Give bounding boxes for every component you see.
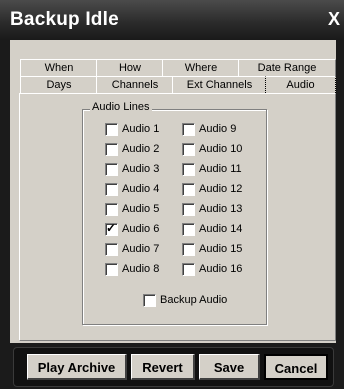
checkbox-box[interactable] [182, 243, 195, 256]
checkbox-box[interactable] [105, 143, 118, 156]
cancel-button[interactable]: Cancel [264, 354, 328, 380]
tab-date-range[interactable]: Date Range [238, 59, 336, 76]
backup-audio-label: Backup Audio [160, 294, 228, 306]
tab-channels[interactable]: Channels [96, 76, 174, 93]
audio-7-label: Audio 7 [122, 243, 160, 255]
audio-8-label: Audio 8 [122, 263, 160, 275]
audio-12-label: Audio 12 [199, 183, 243, 195]
tab-where[interactable]: Where [162, 59, 240, 76]
checkbox-box[interactable] [105, 243, 118, 256]
audio-10-label: Audio 10 [199, 143, 243, 155]
close-button[interactable]: X [328, 9, 340, 30]
checkbox-box[interactable] [182, 163, 195, 176]
audio-11-label: Audio 11 [199, 163, 242, 175]
checkbox-box[interactable] [182, 223, 195, 236]
backup-window: Backup Idle X When How Where Date Range … [0, 0, 344, 389]
audio-9-label: Audio 9 [199, 123, 237, 135]
audio-3-label: Audio 3 [122, 163, 160, 175]
checkbox-box[interactable] [182, 183, 195, 196]
audio-1-label: Audio 1 [122, 123, 160, 135]
window-title: Backup Idle [10, 9, 119, 30]
checkbox-box[interactable] [143, 294, 156, 307]
tab-days[interactable]: Days [20, 76, 98, 93]
checkbox-box[interactable] [105, 263, 118, 276]
tab-ext-channels[interactable]: Ext Channels [172, 76, 267, 93]
audio-2-label: Audio 2 [122, 143, 160, 155]
checkbox-box[interactable] [182, 203, 195, 216]
save-button[interactable]: Save [199, 354, 260, 380]
check-mark-icon: ✓ [106, 221, 117, 235]
tab-when[interactable]: When [20, 59, 98, 76]
checkbox-box[interactable] [105, 203, 118, 216]
audio-5-label: Audio 5 [122, 203, 160, 215]
audio-16-label: Audio 16 [199, 263, 243, 275]
checkbox-box[interactable] [105, 163, 118, 176]
audio-15-label: Audio 15 [199, 243, 243, 255]
tab-how[interactable]: How [96, 59, 164, 76]
tab-strip: When How Where Date Range Days Channels … [20, 58, 336, 94]
checkbox-box[interactable] [182, 263, 195, 276]
title-bar[interactable]: Backup Idle X [0, 0, 344, 40]
tab-audio[interactable]: Audio [265, 76, 336, 93]
checkbox-box[interactable] [105, 123, 118, 136]
audio-4-label: Audio 4 [122, 183, 160, 195]
play-archive-button[interactable]: Play Archive [27, 354, 127, 380]
audio-14-label: Audio 14 [199, 223, 243, 235]
revert-button[interactable]: Revert [131, 354, 195, 380]
audio-13-label: Audio 13 [199, 203, 243, 215]
checkbox-box[interactable] [182, 143, 195, 156]
checkbox-box[interactable]: ✓ [105, 221, 118, 236]
audio-lines-group-label: Audio Lines [90, 101, 152, 113]
checkbox-box[interactable] [105, 183, 118, 196]
audio-6-label: Audio 6 [122, 223, 160, 235]
checkbox-box[interactable] [182, 123, 195, 136]
